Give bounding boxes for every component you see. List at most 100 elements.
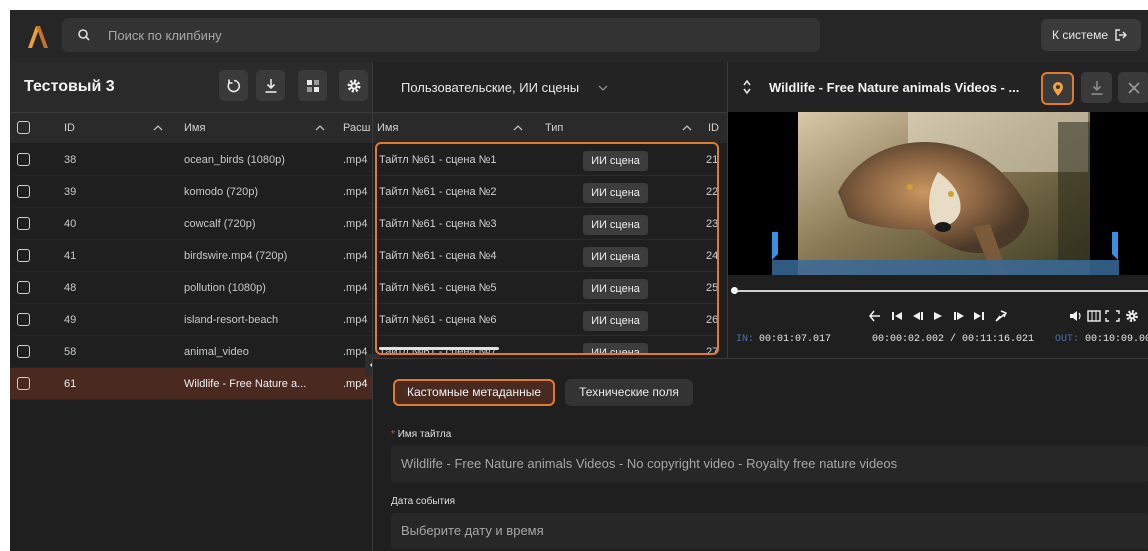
- video-player-panel: Wildlife - Free Nature animals Videos - …: [727, 62, 1148, 358]
- scene-name: Тайтл №61 - сцена №1: [379, 154, 497, 166]
- row-name: komodo (720p): [184, 186, 258, 198]
- scene-row[interactable]: Тайтл №61 - сцена №3 ИИ сцена 23: [377, 208, 717, 240]
- row-checkbox[interactable]: [17, 217, 30, 230]
- scene-id: 21: [706, 154, 719, 166]
- gear-icon: [347, 79, 360, 92]
- scene-type-badge: ИИ сцена: [583, 311, 648, 331]
- playback-controls: IN: 00:01:07.017 00:00:02.002 / 00:11:16…: [728, 275, 1148, 358]
- scenes-header[interactable]: Пользовательские, ИИ сцены: [373, 62, 728, 112]
- tab-custom-metadata[interactable]: Кастомные метаданные: [393, 379, 555, 406]
- horizontal-scrollbar[interactable]: [379, 347, 499, 350]
- row-name: cowcalf (720p): [184, 218, 256, 230]
- scene-row[interactable]: Тайтл №61 - сцена №4 ИИ сцена 24: [377, 240, 717, 272]
- clipbin-panel: Тестовый 3 ID Имя Расш 38 ocean_birds (1…: [10, 62, 372, 551]
- column-name[interactable]: Имя: [184, 122, 205, 134]
- download-icon: [1091, 80, 1102, 95]
- scenes-filter-dropdown[interactable]: Пользовательские, ИИ сцены: [401, 80, 579, 95]
- scene-id: 23: [706, 218, 719, 230]
- search-bar[interactable]: [62, 18, 820, 52]
- transport-buttons[interactable]: [868, 308, 1018, 324]
- table-row[interactable]: 49 island-resort-beach .mp4: [10, 304, 372, 336]
- video-still-wolf: [728, 112, 1148, 275]
- scene-row[interactable]: Тайтл №61 - сцена №7 ИИ сцена 27: [377, 336, 717, 353]
- video-frame[interactable]: [728, 112, 1148, 275]
- scenes-table-header: Имя Тип ID: [373, 112, 728, 143]
- close-player-button[interactable]: [1118, 72, 1148, 103]
- row-checkbox[interactable]: [17, 377, 30, 390]
- expand-icon[interactable]: [742, 79, 752, 95]
- app-window: К системе Тестовый 3: [10, 10, 1148, 551]
- video-download-button[interactable]: [1081, 72, 1112, 103]
- title-name-field[interactable]: Wildlife - Free Nature animals Videos - …: [391, 446, 1148, 482]
- logo[interactable]: [26, 26, 50, 48]
- scene-type-badge: ИИ сцена: [583, 343, 648, 353]
- table-row[interactable]: 41 birdswire.mp4 (720p) .mp4: [10, 240, 372, 272]
- required-marker: *: [391, 429, 395, 440]
- row-id: 39: [64, 186, 77, 198]
- row-ext: .mp4: [343, 378, 368, 390]
- row-ext: .mp4: [343, 218, 368, 230]
- scene-id: 22: [706, 186, 719, 198]
- table-row[interactable]: 48 pollution (1080p) .mp4: [10, 272, 372, 304]
- scene-row[interactable]: Тайтл №61 - сцена №2 ИИ сцена 22: [377, 176, 717, 208]
- to-system-label: К системе: [1052, 28, 1108, 42]
- row-ext: .mp4: [343, 282, 368, 294]
- row-checkbox[interactable]: [17, 313, 30, 326]
- table-row[interactable]: 38 ocean_birds (1080p) .mp4: [10, 144, 372, 176]
- chevron-down-icon[interactable]: [598, 84, 608, 92]
- row-checkbox[interactable]: [17, 249, 30, 262]
- download-button[interactable]: [256, 70, 285, 101]
- logout-icon: [1115, 29, 1127, 41]
- table-row[interactable]: 58 animal_video .mp4: [10, 336, 372, 368]
- scene-name: Тайтл №61 - сцена №5: [379, 282, 497, 294]
- scene-row[interactable]: Тайтл №61 - сцена №5 ИИ сцена 25: [377, 272, 717, 304]
- row-id: 58: [64, 346, 77, 358]
- column-id[interactable]: ID: [64, 122, 75, 134]
- row-checkbox[interactable]: [17, 281, 30, 294]
- tab-technical-fields[interactable]: Технические поля: [565, 379, 693, 406]
- settings-button[interactable]: [339, 70, 368, 101]
- download-icon: [265, 78, 276, 93]
- scene-type-badge: ИИ сцена: [583, 247, 648, 267]
- position-timecode: 00:00:02.002 / 00:11:16.021: [872, 334, 1035, 345]
- to-system-button[interactable]: К системе: [1041, 19, 1141, 51]
- row-id: 49: [64, 314, 77, 326]
- player-tools[interactable]: [1068, 308, 1148, 324]
- column-scene-type[interactable]: Тип: [545, 122, 563, 134]
- row-checkbox[interactable]: [17, 345, 30, 358]
- scene-row[interactable]: Тайтл №61 - сцена №6 ИИ сцена 26: [377, 304, 717, 336]
- column-scene-name[interactable]: Имя: [377, 122, 398, 134]
- close-icon: [1127, 81, 1140, 94]
- scene-id: 25: [706, 282, 719, 294]
- playhead[interactable]: [731, 287, 738, 294]
- row-checkbox[interactable]: [17, 153, 30, 166]
- column-extension[interactable]: Расш: [343, 122, 370, 134]
- title-label-text: Имя тайтла: [397, 429, 452, 440]
- scene-type-badge: ИИ сцена: [583, 279, 648, 299]
- table-row[interactable]: 39 komodo (720p) .mp4: [10, 176, 372, 208]
- out-label: OUT:: [1055, 334, 1080, 345]
- chevron-up-icon[interactable]: [682, 124, 692, 132]
- scene-row[interactable]: Тайтл №61 - сцена №1 ИИ сцена 21: [377, 144, 717, 176]
- scrub-track[interactable]: [733, 290, 1148, 292]
- table-row-selected[interactable]: 61 Wildlife - Free Nature a... .mp4: [10, 368, 372, 400]
- metadata-panel: Кастомные метаданные Технические поля * …: [372, 358, 1148, 551]
- select-all-checkbox[interactable]: [17, 121, 30, 134]
- grid-view-button[interactable]: [298, 70, 327, 101]
- scenes-list[interactable]: Тайтл №61 - сцена №1 ИИ сцена 21 Тайтл №…: [375, 142, 719, 355]
- chevron-up-icon[interactable]: [315, 124, 325, 132]
- marker-button[interactable]: [1041, 72, 1074, 105]
- column-scene-id[interactable]: ID: [708, 122, 719, 134]
- row-checkbox[interactable]: [17, 185, 30, 198]
- table-row[interactable]: 40 cowcalf (720p) .mp4: [10, 208, 372, 240]
- refresh-button[interactable]: [219, 70, 248, 101]
- event-date-label: Дата события: [391, 496, 456, 507]
- scene-name: Тайтл №61 - сцена №6: [379, 314, 497, 326]
- chevron-up-icon[interactable]: [153, 124, 163, 132]
- row-name: pollution (1080p): [184, 282, 266, 294]
- search-input[interactable]: [108, 18, 808, 52]
- player-header: Wildlife - Free Nature animals Videos - …: [728, 62, 1148, 112]
- scene-id: 26: [706, 314, 719, 326]
- chevron-up-icon[interactable]: [513, 124, 523, 132]
- event-date-field[interactable]: Выберите дату и время: [391, 513, 1148, 549]
